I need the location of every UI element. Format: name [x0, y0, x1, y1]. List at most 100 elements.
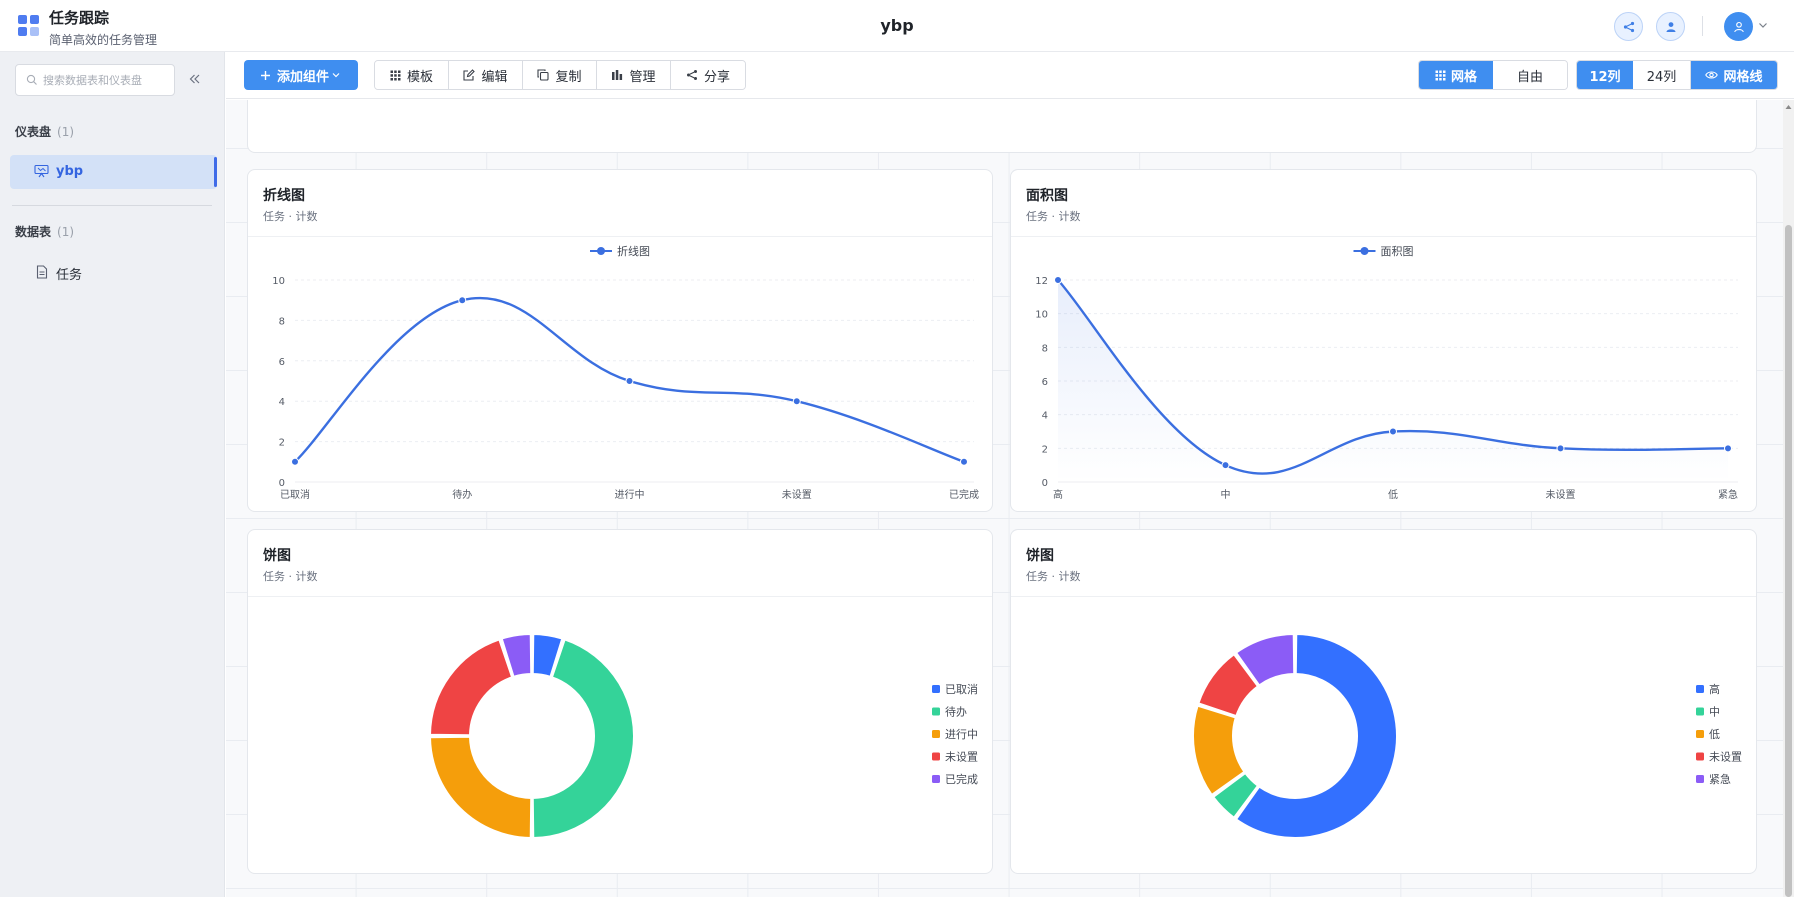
x-tick-label: 未设置: [782, 489, 812, 501]
avatar[interactable]: [1724, 12, 1753, 41]
share-button[interactable]: [1614, 12, 1643, 41]
data-point: [1724, 444, 1732, 453]
layout-free-label: 自由: [1516, 69, 1543, 85]
grid-icon: [390, 70, 401, 80]
app-subtitle: 简单高效的任务管理: [49, 33, 158, 47]
y-tick-label: 8: [1042, 343, 1048, 354]
share-label: 分享: [703, 69, 730, 85]
scrollbar-thumb[interactable]: [1785, 225, 1792, 897]
tables-section-header: 数据表 (1): [15, 223, 74, 240]
data-point: [291, 457, 299, 466]
data-point: [792, 397, 801, 406]
app-title: 任务跟踪: [49, 9, 110, 27]
legend-label: 低: [1709, 728, 1720, 741]
user-icon: [1666, 21, 1675, 32]
edit-button[interactable]: 编辑: [449, 61, 523, 89]
share-icon: [686, 70, 697, 80]
search-box[interactable]: [15, 64, 175, 96]
sidebar-item-tasks[interactable]: 任务: [10, 257, 217, 287]
header-divider: [1702, 16, 1703, 36]
legend-label: 已完成: [945, 772, 978, 786]
legend-swatch: [1696, 707, 1704, 716]
tables-count: (1): [57, 225, 75, 239]
layout-free-button[interactable]: 自由: [1493, 61, 1567, 89]
legend-marker: [597, 247, 605, 255]
action-button-group: 模板 编辑 复制 管理 分享: [374, 60, 746, 90]
data-point: [458, 296, 467, 305]
legend-swatch: [1696, 730, 1704, 738]
data-point: [1221, 461, 1230, 470]
page-title: ybp: [880, 16, 914, 35]
area-chart: 面积图 0 2 4 6 8 10 12 高 中 低 未设置 紧急: [1035, 245, 1738, 501]
x-tick-label: 未设置: [1546, 489, 1576, 501]
copy-button[interactable]: 复制: [523, 61, 597, 89]
donut-chart: 已取消待办进行中未设置已完成: [429, 633, 978, 839]
search-icon: [26, 74, 37, 85]
y-tick-label: 4: [1042, 411, 1048, 422]
layout-mode-toggle: 网格 自由: [1418, 60, 1568, 90]
data-point: [1054, 276, 1062, 284]
dashboards-count: (1): [57, 125, 75, 139]
dashboard-icon: [34, 164, 49, 178]
legend-swatch: [932, 707, 940, 716]
collapse-sidebar-icon[interactable]: [188, 72, 202, 86]
line-chart-card[interactable]: 折线图 任务 · 计数 折线图 0 2 4 6 8 10 已取消 待办 进行中 未设置 已完成: [247, 169, 993, 512]
template-button[interactable]: 模板: [375, 61, 449, 89]
area-fill: [1058, 280, 1728, 482]
pie-slice: [429, 735, 533, 839]
search-input[interactable]: [43, 71, 171, 89]
add-widget-button[interactable]: 添加组件: [244, 60, 358, 90]
copy-icon: [537, 69, 550, 81]
grid-icon: [1435, 70, 1446, 80]
canvas-scrollbar[interactable]: [1783, 100, 1794, 897]
template-label: 模板: [406, 69, 433, 85]
widget-card-partial[interactable]: [247, 100, 1757, 153]
y-tick-label: 2: [279, 438, 285, 449]
manage-button[interactable]: 管理: [597, 61, 671, 89]
legend-label: 面积图: [1381, 245, 1414, 258]
line-chart: 折线图 0 2 4 6 8 10 已取消 待办 进行中 未设置 已完成: [272, 244, 979, 501]
legend-swatch: [932, 730, 940, 738]
chevron-down-icon[interactable]: [1757, 19, 1769, 31]
donut-chart: 高中低未设置紧急: [1192, 633, 1742, 839]
scroll-up-icon[interactable]: [1785, 104, 1792, 110]
legend-swatch: [1696, 752, 1704, 761]
y-tick-label: 0: [1042, 478, 1048, 489]
y-tick-label: 4: [279, 397, 285, 408]
columns-24-label: 24列: [1646, 69, 1677, 85]
avatar-user-icon: [1733, 21, 1744, 32]
legend-label: 已取消: [945, 682, 978, 696]
pie-chart-status-card[interactable]: 饼图 任务 · 计数 已取消 待办 进行中 未设置 已完成: [247, 529, 993, 874]
sidebar-item-ybp[interactable]: ybp: [10, 155, 217, 189]
legend-label: 紧急: [1709, 772, 1731, 786]
column-count-toggle: 12列 24列 网格线: [1576, 60, 1778, 90]
legend-label: 进行中: [945, 728, 978, 741]
x-tick-label: 紧急: [1718, 488, 1738, 501]
legend-label: 折线图: [617, 244, 650, 258]
area-chart-card[interactable]: 面积图 任务 · 计数 面积图 0 2 4 6 8 10 12 高中低未设置 紧急: [1010, 169, 1757, 512]
layout-grid-button[interactable]: 网格: [1419, 61, 1493, 89]
columns-12-button[interactable]: 12列: [1577, 61, 1633, 89]
y-tick-label: 8: [279, 316, 285, 327]
edit-label: 编辑: [481, 69, 508, 85]
dashboards-label: 仪表盘: [15, 125, 52, 139]
data-point: [625, 377, 634, 385]
share-dashboard-button[interactable]: 分享: [671, 61, 745, 89]
chevron-down-icon: [332, 73, 340, 78]
x-tick-label: 已取消: [280, 488, 310, 501]
y-tick-label: 10: [272, 276, 285, 287]
data-point: [1389, 427, 1397, 436]
x-tick-label: 已完成: [949, 488, 979, 501]
gridlines-toggle-button[interactable]: 网格线: [1691, 61, 1777, 89]
columns-24-button[interactable]: 24列: [1633, 61, 1691, 89]
y-tick-label: 10: [1035, 310, 1048, 321]
eye-icon: [1705, 71, 1719, 79]
y-tick-label: 6: [1042, 377, 1048, 388]
x-tick-label: 进行中: [615, 488, 645, 501]
add-widget-label: 添加组件: [277, 69, 330, 85]
legend-swatch: [932, 775, 940, 783]
user-button[interactable]: [1656, 12, 1685, 41]
sidebar: 仪表盘 (1) ybp 数据表 (1) 任务: [0, 52, 225, 897]
edit-icon: [463, 69, 476, 81]
pie-chart-priority-card[interactable]: 饼图 任务 · 计数 高中低未设置 紧急: [1010, 529, 1757, 874]
